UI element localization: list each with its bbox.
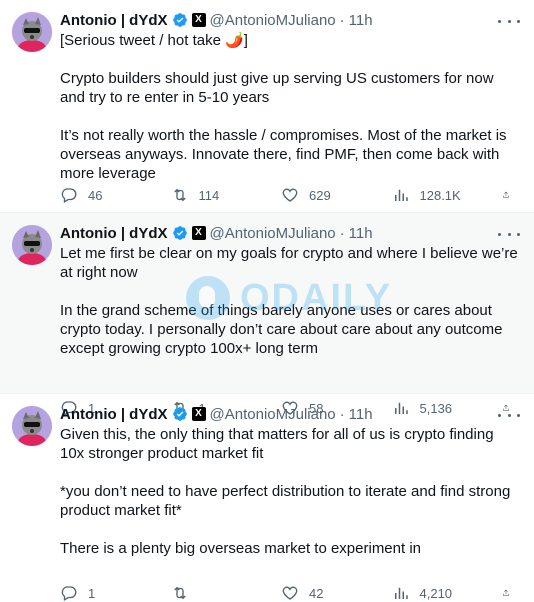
views-button[interactable]: 128.1K	[392, 186, 482, 204]
retweet-button[interactable]: 114	[171, 186, 261, 204]
x-badge-icon: X	[191, 13, 206, 27]
like-button[interactable]: 42	[281, 584, 371, 602]
tweet-actions: 1 42 4,210	[60, 584, 520, 602]
reply-count: 1	[88, 585, 96, 601]
reply-button[interactable]: 46	[60, 186, 150, 204]
retweet-count: 114	[198, 187, 220, 203]
author-name[interactable]: Antonio | dYdX	[60, 225, 168, 242]
views-count: 4,210	[419, 585, 453, 601]
tweet[interactable]: Antonio | dYdX X @AntonioMJuliano · 11h …	[0, 0, 534, 212]
retweet-button[interactable]	[171, 584, 261, 602]
x-badge-icon: X	[191, 226, 206, 240]
author-handle[interactable]: @AntonioMJuliano	[210, 12, 336, 29]
share-icon	[503, 589, 509, 596]
retweet-icon	[173, 586, 186, 600]
tweet-header: Antonio | dYdX X @AntonioMJuliano · 11h	[60, 10, 520, 30]
tweet-time[interactable]: 11h	[349, 225, 373, 242]
tweet-actions: 46 114 629 128.1K	[60, 186, 520, 204]
reply-count: 46	[88, 187, 103, 203]
heart-icon	[282, 586, 298, 600]
tweet-text: [Serious tweet / hot take 🌶️] Crypto bui…	[60, 32, 507, 182]
share-button[interactable]	[502, 186, 520, 204]
x-badge-icon: X	[191, 407, 206, 421]
more-options-icon[interactable]	[498, 227, 520, 241]
author-handle[interactable]: @AntonioMJuliano	[210, 225, 336, 242]
like-count: 629	[309, 187, 331, 203]
separator-dot: ·	[339, 11, 345, 29]
tweet-header: Antonio | dYdX X @AntonioMJuliano · 11h	[60, 223, 520, 243]
like-button[interactable]: 629	[281, 186, 371, 204]
retweet-icon	[173, 188, 186, 202]
views-icon	[394, 189, 408, 201]
author-handle[interactable]: @AntonioMJuliano	[210, 406, 336, 423]
like-count: 42	[309, 585, 324, 601]
tweet-thread: Antonio | dYdX X @AntonioMJuliano · 11h …	[0, 0, 534, 601]
more-options-icon[interactable]	[498, 408, 520, 422]
more-options-icon[interactable]	[498, 14, 520, 28]
reply-icon	[61, 188, 77, 203]
reply-icon	[61, 586, 77, 601]
tweet-text: Given this, the only thing that matters …	[60, 426, 511, 557]
verified-icon	[172, 13, 187, 27]
author-name[interactable]: Antonio | dYdX	[60, 406, 168, 423]
separator-dot: ·	[339, 405, 345, 423]
author-name[interactable]: Antonio | dYdX	[60, 12, 168, 29]
views-icon	[394, 587, 408, 599]
tweet[interactable]: Antonio | dYdX X @AntonioMJuliano · 11h …	[0, 393, 534, 601]
verified-icon	[172, 407, 187, 421]
share-icon	[503, 191, 509, 198]
tweet-time[interactable]: 11h	[349, 406, 373, 423]
avatar[interactable]	[12, 225, 52, 265]
reply-button[interactable]: 1	[60, 584, 150, 602]
views-count: 128.1K	[419, 187, 461, 203]
views-button[interactable]: 4,210	[392, 584, 482, 602]
tweet-text: Let me first be clear on my goals for cr…	[60, 245, 518, 357]
tweet[interactable]: Antonio | dYdX X @AntonioMJuliano · 11h …	[0, 212, 534, 416]
share-button[interactable]	[502, 584, 520, 602]
avatar[interactable]	[12, 406, 52, 446]
separator-dot: ·	[339, 224, 345, 242]
verified-icon	[172, 226, 187, 240]
avatar[interactable]	[12, 12, 52, 52]
tweet-time[interactable]: 11h	[349, 12, 373, 29]
heart-icon	[282, 188, 298, 202]
tweet-header: Antonio | dYdX X @AntonioMJuliano · 11h	[60, 404, 520, 424]
